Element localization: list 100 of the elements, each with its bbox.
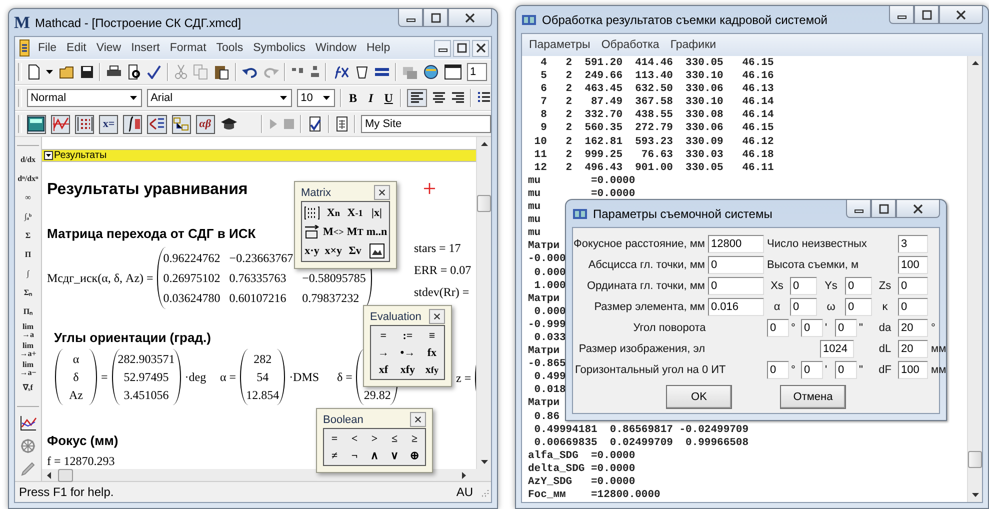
input-field[interactable]: 3 [898,234,928,252]
input-field[interactable]: 0 [845,298,872,316]
palette-button[interactable]: xf [376,362,390,377]
menu-item[interactable]: Tools [211,42,248,54]
spell-check-icon[interactable] [146,65,162,79]
checked-document-icon[interactable] [306,116,323,132]
input-field[interactable]: 0 [790,298,817,316]
font-dropdown[interactable]: Arial [146,89,292,107]
close-button[interactable] [429,309,446,324]
function-icon[interactable] [332,65,350,79]
palette-button[interactable]: fx [424,345,439,360]
menu-item[interactable]: Параметры [524,39,596,51]
table-document-icon[interactable] [334,116,349,132]
menu-item[interactable]: Edit [62,42,92,54]
menu-item[interactable]: File [33,42,62,54]
math-tool-button[interactable]: Πₙ [16,303,40,321]
scroll-thumb[interactable] [968,451,982,468]
close-button[interactable] [472,40,489,56]
math-tool-button[interactable]: ∫ₐᵇ [16,208,40,226]
matrix-toolbar-button[interactable] [75,114,94,134]
input-field[interactable]: 0 [845,276,872,294]
calculus-toolbar-button[interactable] [123,114,142,134]
menu-item[interactable]: Help [361,42,396,54]
align-left-button[interactable] [406,89,427,107]
vertical-scrollbar[interactable] [476,137,491,469]
globe-icon[interactable] [423,64,439,80]
input-field[interactable]: 0 [801,360,823,378]
input-field[interactable]: 0.016 [708,298,764,316]
graph-plot-icon[interactable] [19,415,37,431]
math-tool-button[interactable]: lim →a [16,322,40,340]
math-tool-button[interactable]: ∇ₓf [16,379,40,397]
picture-icon[interactable] [368,242,385,258]
align-center-icon[interactable] [432,92,446,104]
math-tool-button[interactable]: lim →a− [16,360,40,378]
bulleted-list-icon[interactable] [476,92,491,104]
minimize-button[interactable] [846,200,871,218]
italic-button[interactable]: I [364,90,378,106]
restore-button[interactable] [453,40,470,56]
math-tool-button[interactable]: lim →a+ [16,341,40,359]
programming-toolbar-button[interactable] [172,114,191,134]
input-field[interactable]: 0 [767,318,789,336]
palette-button[interactable]: xfy [400,362,416,377]
menu-item[interactable]: Window [310,42,362,54]
left-arrow-icon[interactable] [46,470,52,480]
wheel-icon[interactable] [20,438,36,454]
undo-icon[interactable] [242,66,258,78]
input-field[interactable]: 0 [801,318,823,336]
menu-item[interactable]: Format [164,42,212,54]
palette-button[interactable]: → [376,345,390,360]
site-dropdown[interactable]: My Site [360,115,491,133]
vertical-scrollbar[interactable] [967,56,982,502]
horizontal-scrollbar[interactable] [42,469,491,481]
math-tool-button[interactable]: Π [16,246,40,264]
close-button[interactable] [896,200,940,218]
input-field[interactable]: 12800 [708,234,764,252]
print-preview-icon[interactable] [127,64,141,80]
zoom-dropdown[interactable]: 1 [467,63,487,81]
palette-button[interactable]: ≡ [424,328,439,343]
menu-item[interactable]: Графики [665,39,722,51]
scroll-thumb[interactable] [58,468,73,482]
align-right-icon[interactable] [450,92,465,104]
graph-toolbar-button[interactable] [51,114,70,134]
palette-button[interactable]: Σv [348,242,362,259]
printer-icon[interactable] [106,65,122,79]
new-document-icon[interactable] [27,64,41,80]
palette-button[interactable]: ≤ [386,431,403,446]
palette-button[interactable]: = [376,328,390,343]
window-icon[interactable] [444,64,462,80]
close-button[interactable] [410,412,426,427]
input-field[interactable]: 0 [898,276,928,294]
math-tool-button[interactable]: ∞ [16,189,40,207]
palette-button[interactable]: := [400,328,415,343]
input-field[interactable]: 20 [898,340,928,358]
math-tool-button[interactable]: dⁿ/dxⁿ [16,170,40,188]
maximize-button[interactable] [423,9,448,27]
minimize-button[interactable] [889,6,914,24]
font-size-dropdown[interactable]: 10 [296,89,335,107]
input-field[interactable]: 0 [790,276,817,294]
math-tool-button[interactable]: Σ [16,227,40,245]
input-field[interactable]: 20 [898,318,928,336]
input-field[interactable]: 0 [708,276,764,294]
input-field[interactable]: 100 [898,360,928,378]
minimize-button[interactable] [434,40,451,56]
palette-button[interactable]: > [366,431,383,446]
menu-item[interactable]: Insert [126,42,165,54]
palette-button[interactable]: < [346,431,363,446]
close-button[interactable] [374,185,390,200]
palette-button[interactable]: ∧ [366,448,383,463]
input-field[interactable]: 0 [898,298,928,316]
greek-toolbar-button[interactable]: αβ [196,114,215,134]
math-tool-button[interactable]: Σₙ [16,284,40,302]
palette-button[interactable]: ≥ [406,431,423,446]
underline-button[interactable]: U [382,90,395,106]
input-field[interactable]: 0 [708,256,764,274]
scroll-thumb[interactable] [477,195,491,212]
up-arrow-icon[interactable] [480,141,488,147]
close-button[interactable] [448,9,492,27]
maximize-button[interactable] [871,200,896,218]
size-grip-icon[interactable] [479,487,489,497]
cancel-button[interactable]: Отмена [780,385,846,409]
